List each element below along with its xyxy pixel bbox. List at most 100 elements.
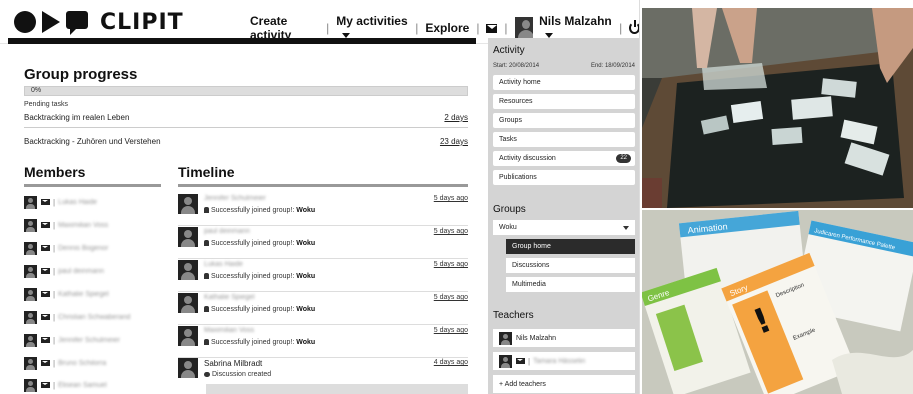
- group-progress-title: Group progress: [24, 66, 138, 83]
- user-icon: [204, 207, 209, 214]
- sidebar-groups-title: Groups: [493, 204, 526, 215]
- mail-icon[interactable]: [41, 199, 50, 205]
- avatar: [24, 195, 37, 209]
- mail-icon[interactable]: [41, 245, 50, 251]
- list-item[interactable]: | Lukas Haide: [24, 191, 161, 213]
- timeline-user: Jennifer Schulmeier: [204, 195, 266, 202]
- sidebar-item-tasks[interactable]: Tasks: [493, 132, 635, 147]
- list-item[interactable]: | Dennis Bogenor: [24, 237, 161, 259]
- separator: |: [528, 356, 531, 366]
- mail-icon[interactable]: [41, 291, 50, 297]
- sidebar-item-resources[interactable]: Resources: [493, 94, 635, 109]
- tabletop-illustration: [642, 8, 913, 208]
- sidebar-item-multimedia[interactable]: Multimedia: [506, 277, 635, 292]
- user-icon: [204, 240, 209, 247]
- content-top-bar: [8, 38, 476, 44]
- timeline-group: Woku: [296, 240, 316, 247]
- logo-dot-icon: [14, 11, 36, 33]
- list-item[interactable]: | Maximilian Voss: [24, 214, 161, 236]
- list-item[interactable]: | Jennifer Schulmeier: [24, 329, 161, 351]
- separator: |: [53, 335, 56, 345]
- sidebar-item-groups[interactable]: Groups: [493, 113, 635, 128]
- clipit-logo[interactable]: CLIPIT: [14, 8, 184, 36]
- nav-explore[interactable]: Explore: [425, 21, 469, 35]
- timeline-action-text: Successfully joined group!:: [211, 306, 297, 313]
- group-select-value: Woku: [499, 224, 517, 231]
- activity-start: Start: 20/08/2014: [493, 63, 540, 69]
- avatar: [24, 287, 37, 301]
- task-name: Backtracking - Zuhören und Verstehen: [24, 137, 161, 146]
- avatar: [178, 326, 198, 346]
- tabletop-photo: [642, 8, 913, 208]
- logo-play-icon: [42, 11, 60, 33]
- count-badge: 22: [616, 154, 631, 163]
- logo-bubble-icon: [66, 11, 88, 35]
- timeline-action: Successfully joined group!: Woku: [204, 306, 315, 313]
- mail-icon[interactable]: [41, 222, 50, 228]
- task-item[interactable]: Backtracking - Zuhören und Verstehen 23 …: [24, 137, 468, 151]
- timeline-time[interactable]: 5 days ago: [434, 195, 468, 202]
- activity-dates: Start: 20/08/2014 End: 18/09/2014: [493, 63, 635, 69]
- timeline-time[interactable]: 5 days ago: [434, 228, 468, 235]
- mail-icon[interactable]: [41, 382, 50, 388]
- list-item[interactable]: | Bruno Schilorra: [24, 352, 161, 374]
- list-item[interactable]: | Elisean Samuel: [24, 374, 161, 394]
- list-item[interactable]: | paul deinmann: [24, 260, 161, 282]
- timeline-action: Discussion created: [204, 371, 271, 378]
- nav-separator: |: [326, 21, 330, 35]
- timeline-item[interactable]: Kathalie Spiegel Successfully joined gro…: [178, 293, 468, 325]
- mail-icon[interactable]: [41, 360, 50, 366]
- nav-separator: |: [619, 21, 623, 35]
- mail-icon[interactable]: [41, 337, 50, 343]
- timeline-item[interactable]: Jennifer Schulmeier Successfully joined …: [178, 194, 468, 226]
- timeline-action-text: Successfully joined group!:: [211, 273, 297, 280]
- member-name: Bruno Schilorra: [58, 359, 107, 367]
- members-title: Members: [24, 164, 86, 180]
- sidebar-item-publications[interactable]: Publications: [493, 170, 635, 185]
- timeline-user: Lukas Haide: [204, 261, 243, 268]
- avatar: [24, 378, 37, 392]
- timeline-action-text: Successfully joined group!:: [211, 240, 297, 247]
- timeline-user: Maximilian Voss: [204, 327, 255, 334]
- avatar: [24, 333, 37, 347]
- task-item[interactable]: Backtracking im realen Leben 2 days: [24, 113, 468, 128]
- mail-icon[interactable]: [516, 358, 525, 364]
- group-select[interactable]: Woku: [493, 220, 635, 235]
- avatar[interactable]: [514, 17, 534, 39]
- list-item[interactable]: | Kathalie Spiegel: [24, 283, 161, 305]
- teacher-name: Tamara Hässelin: [533, 357, 586, 365]
- timeline-item[interactable]: paul deinmann Successfully joined group!…: [178, 227, 468, 259]
- avatar: [24, 218, 37, 232]
- sidebar-item-group-home[interactable]: Group home: [506, 239, 635, 254]
- avatar: [499, 331, 512, 345]
- timeline-group: Woku: [296, 273, 316, 280]
- timeline-action: Successfully joined group!: Woku: [204, 207, 315, 214]
- logo-text: CLIPIT: [100, 9, 184, 35]
- timeline-time[interactable]: 5 days ago: [434, 327, 468, 334]
- list-item[interactable]: | Christian Schwaberand: [24, 306, 161, 328]
- avatar: [178, 358, 198, 378]
- chevron-down-icon: [623, 226, 629, 230]
- mail-icon[interactable]: [41, 268, 50, 274]
- timeline-item[interactable]: Maximilian Voss Successfully joined grou…: [178, 326, 468, 358]
- sidebar-item-activity-discussion[interactable]: Activity discussion 22: [493, 151, 635, 166]
- user-name: Nils Malzahn: [539, 14, 612, 28]
- add-teachers-link[interactable]: + Add teachers: [493, 375, 635, 393]
- sidebar-item-activity-home[interactable]: Activity home: [493, 75, 635, 90]
- teacher-item[interactable]: | Tamara Hässelin: [493, 352, 635, 370]
- timeline-time[interactable]: 4 days ago: [434, 359, 468, 366]
- power-icon[interactable]: [629, 20, 639, 34]
- timeline-time[interactable]: 5 days ago: [434, 261, 468, 268]
- avatar: [178, 260, 198, 280]
- mail-icon[interactable]: [486, 23, 498, 33]
- separator: |: [53, 266, 56, 276]
- timeline-time[interactable]: 5 days ago: [434, 294, 468, 301]
- avatar: [24, 310, 37, 324]
- mail-icon[interactable]: [41, 314, 50, 320]
- timeline-item[interactable]: Lukas Haide Successfully joined group!: …: [178, 260, 468, 292]
- sidebar-activity-title: Activity: [493, 45, 525, 56]
- sidebar-item-discussions[interactable]: Discussions: [506, 258, 635, 273]
- teacher-item[interactable]: Nils Malzahn: [493, 329, 635, 347]
- cards-illustration: Animation Judicaren Performance Palette …: [642, 210, 913, 394]
- user-icon: [204, 306, 209, 313]
